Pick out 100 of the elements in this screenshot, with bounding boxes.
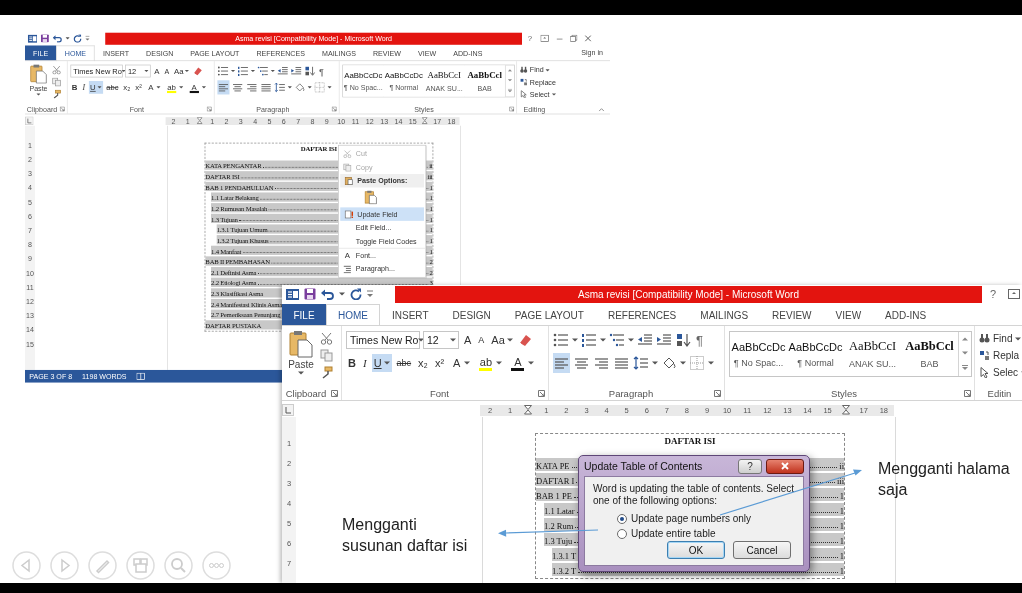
dialog-launcher-icon[interactable]: [964, 390, 971, 397]
caret-icon[interactable]: [464, 361, 471, 365]
font-color-button[interactable]: A: [507, 354, 537, 372]
paste-icon[interactable]: [29, 63, 47, 84]
caret-icon[interactable]: [628, 338, 634, 342]
text-effect-button[interactable]: A: [449, 354, 473, 372]
ribbon-display-icon[interactable]: [1008, 289, 1020, 299]
keep-text-paste-icon[interactable]: [364, 190, 378, 205]
caret-icon[interactable]: [287, 85, 292, 89]
dialog-launcher-icon[interactable]: [538, 390, 545, 397]
caret-icon[interactable]: [652, 361, 658, 365]
format-button[interactable]: I: [360, 354, 369, 372]
sort-icon[interactable]: [675, 332, 691, 348]
font-name-field[interactable]: Times New Ro: [346, 331, 420, 349]
close-button[interactable]: [766, 458, 804, 474]
caret-icon[interactable]: [506, 338, 513, 342]
caret-icon[interactable]: [121, 69, 127, 73]
caret-icon[interactable]: [270, 69, 275, 73]
scroll-up-icon[interactable]: [962, 337, 968, 341]
app-icon[interactable]: [286, 287, 299, 301]
ribbon-tab[interactable]: VIEW: [823, 304, 874, 325]
radio-button[interactable]: [617, 513, 627, 524]
caret-icon[interactable]: [144, 69, 149, 73]
caret-icon[interactable]: [178, 85, 184, 89]
ribbon-tab[interactable]: ADD-INS: [873, 304, 939, 325]
caret-icon[interactable]: [600, 338, 606, 342]
line-spacing-icon[interactable]: [633, 355, 649, 371]
clear-formatting-icon[interactable]: [192, 66, 203, 76]
caret-icon[interactable]: [185, 69, 190, 73]
indent-marker-icon[interactable]: [422, 116, 428, 125]
change-case-button[interactable]: Aa: [489, 331, 515, 349]
dialog-launcher-icon[interactable]: [714, 390, 721, 397]
redo-icon[interactable]: [350, 288, 362, 300]
more-styles-icon[interactable]: [962, 365, 968, 371]
find-button[interactable]: Find: [979, 331, 1022, 346]
caret-icon[interactable]: [65, 36, 70, 40]
option-label[interactable]: Update entire table: [631, 528, 716, 539]
grow-font-button[interactable]: A: [462, 331, 474, 349]
font-size-field[interactable]: 12: [423, 331, 459, 349]
caret-icon[interactable]: [680, 361, 686, 365]
format-button[interactable]: B: [346, 354, 358, 372]
paste-icon[interactable]: [289, 330, 313, 358]
scroll-down-icon[interactable]: [962, 351, 968, 355]
help-button[interactable]: ?: [738, 458, 762, 474]
caret-icon[interactable]: [450, 338, 456, 342]
indent-marker-icon[interactable]: [197, 116, 203, 125]
indent-marker-icon[interactable]: [841, 404, 850, 416]
shading-icon[interactable]: [661, 355, 677, 371]
clear-formatting-icon[interactable]: [517, 333, 532, 347]
paste-button[interactable]: Paste: [288, 359, 314, 370]
format-painter-icon[interactable]: [320, 366, 333, 379]
caret-icon[interactable]: [307, 85, 312, 89]
dialog-button[interactable]: Cancel: [733, 541, 791, 559]
ribbon-tab[interactable]: INSERT: [380, 304, 441, 325]
bullets-icon[interactable]: [553, 332, 569, 348]
cut-icon[interactable]: [320, 332, 333, 345]
caret-icon[interactable]: [230, 69, 236, 73]
format-button[interactable]: U: [371, 354, 392, 372]
decrease-indent-icon[interactable]: [637, 332, 653, 348]
ribbon-tab[interactable]: MAILINGS: [688, 304, 761, 325]
show-marks-button[interactable]: ¶: [317, 64, 326, 78]
multilevel-list-icon[interactable]: [609, 332, 625, 348]
ribbon-tab[interactable]: REFERENCES: [595, 304, 689, 325]
customize-toolbar-icon[interactable]: [85, 35, 90, 42]
option-label[interactable]: Update page numbers only: [631, 513, 752, 524]
dialog-launcher-icon[interactable]: [331, 390, 338, 397]
caret-icon[interactable]: [545, 68, 550, 72]
caret-icon[interactable]: [201, 85, 206, 89]
ribbon-tab[interactable]: FILE: [282, 304, 326, 325]
ribbon-tab[interactable]: PAGE LAYOUT: [502, 304, 596, 325]
caret-icon[interactable]: [97, 85, 102, 89]
caret-icon[interactable]: [156, 85, 161, 89]
ribbon-tab[interactable]: HOME: [326, 304, 380, 326]
numbering-icon[interactable]: [581, 332, 597, 348]
dialog-button[interactable]: OK: [667, 541, 725, 559]
highlight-button[interactable]: ab: [475, 354, 505, 372]
customize-toolbar-icon[interactable]: [367, 290, 373, 298]
caret-icon[interactable]: [36, 93, 41, 96]
undo-icon[interactable]: [321, 288, 334, 300]
app-icon[interactable]: [27, 33, 38, 43]
format-button[interactable]: abc: [394, 354, 414, 372]
caret-icon[interactable]: [339, 292, 345, 296]
caret-icon[interactable]: [327, 85, 332, 89]
save-icon[interactable]: [304, 288, 316, 300]
save-icon[interactable]: [40, 34, 50, 43]
caret-icon[interactable]: [383, 361, 390, 365]
caret-icon[interactable]: [708, 361, 714, 365]
format-button[interactable]: x₂: [416, 354, 430, 372]
shrink-font-button[interactable]: A: [476, 331, 487, 349]
shading-icon[interactable]: [294, 81, 306, 94]
caret-icon[interactable]: [551, 92, 556, 96]
scroll-down-icon[interactable]: [507, 78, 513, 82]
select-button[interactable]: Selec: [979, 365, 1022, 380]
caret-icon[interactable]: [528, 361, 535, 365]
caret-icon[interactable]: [496, 361, 503, 365]
help-button[interactable]: ?: [988, 288, 998, 300]
increase-indent-icon[interactable]: [656, 332, 672, 348]
caret-icon[interactable]: [250, 69, 256, 73]
show-marks-button[interactable]: ¶: [694, 331, 705, 349]
ribbon-tab[interactable]: DESIGN: [440, 304, 503, 325]
